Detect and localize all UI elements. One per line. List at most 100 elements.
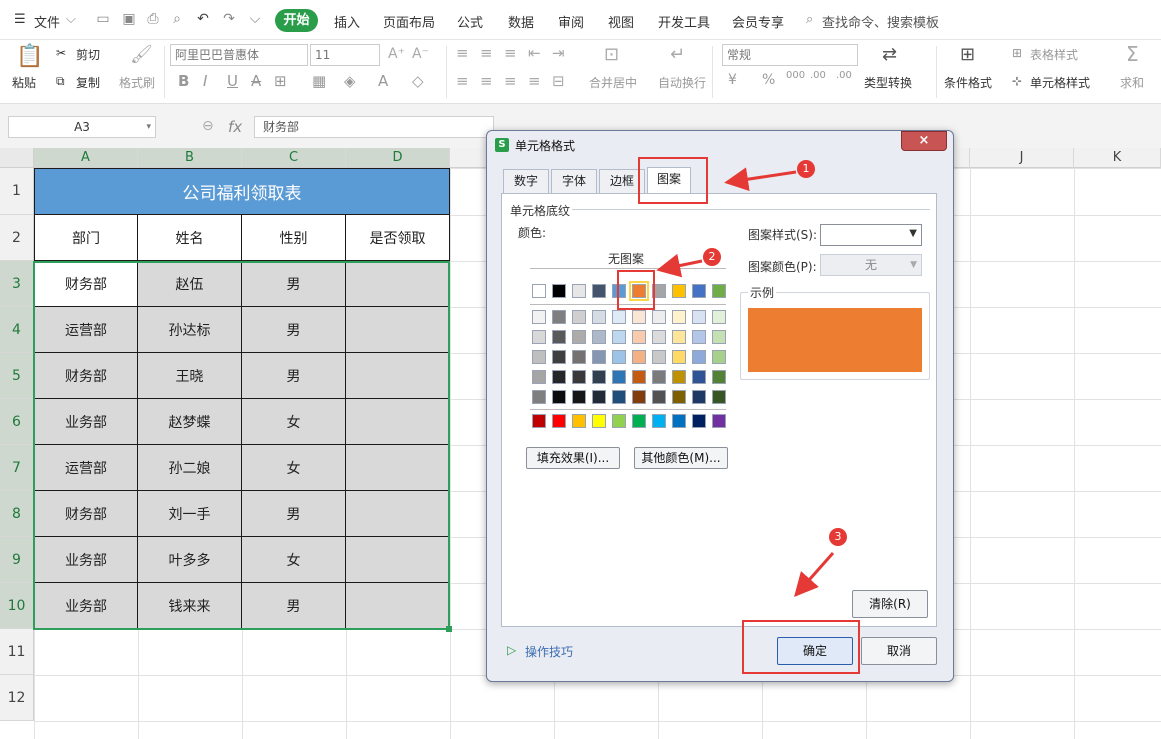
cut-button[interactable]: 剪切 — [76, 46, 100, 63]
format-painter-icon[interactable]: 🖌 — [130, 44, 153, 65]
color-swatch[interactable] — [692, 330, 706, 344]
tab-developer[interactable]: 开发工具 — [658, 12, 710, 31]
strikethrough-icon[interactable]: A — [251, 72, 261, 90]
color-swatch[interactable] — [532, 370, 546, 384]
align-middle-icon[interactable]: ≡ — [480, 44, 493, 62]
formula-input[interactable]: 财务部 — [254, 116, 494, 138]
select-all-corner[interactable] — [0, 148, 34, 168]
tab-data[interactable]: 数据 — [508, 12, 534, 31]
color-swatch[interactable] — [612, 414, 626, 428]
color-swatch[interactable] — [712, 330, 726, 344]
header-cell[interactable]: 姓名 — [138, 215, 242, 261]
color-swatch[interactable] — [572, 310, 586, 324]
color-swatch[interactable] — [552, 330, 566, 344]
color-swatch[interactable] — [652, 370, 666, 384]
tab-home[interactable]: 开始 — [275, 9, 318, 32]
name-box[interactable]: A3 ▾ — [8, 116, 156, 138]
type-convert-button[interactable]: 类型转换 — [864, 74, 912, 91]
color-swatch[interactable] — [692, 310, 706, 324]
fill-color-icon[interactable]: ◈ — [344, 72, 356, 90]
column-header-A[interactable]: A — [34, 148, 138, 168]
color-swatch[interactable] — [632, 330, 646, 344]
color-swatch[interactable] — [672, 330, 686, 344]
color-swatch[interactable] — [592, 390, 606, 404]
color-swatch[interactable] — [592, 370, 606, 384]
row-header-9[interactable]: 9 — [0, 537, 34, 583]
file-dropdown-icon[interactable]: ⌵ — [66, 12, 76, 27]
header-cell[interactable]: 部门 — [34, 215, 138, 261]
copy-button[interactable]: 复制 — [76, 74, 100, 91]
table-style-icon[interactable]: ⊞ — [1012, 46, 1022, 60]
copy-icon[interactable]: ⧉ — [56, 74, 65, 89]
customize-toolbar-icon[interactable]: ⌵ — [246, 10, 264, 28]
column-header[interactable]: K — [1074, 148, 1161, 168]
currency-icon[interactable]: ¥ — [728, 72, 737, 88]
indent-decrease-icon[interactable]: ⇤ — [528, 44, 541, 62]
color-swatch[interactable] — [572, 370, 586, 384]
color-swatch[interactable] — [632, 370, 646, 384]
color-swatch[interactable] — [552, 414, 566, 428]
color-swatch[interactable] — [612, 310, 626, 324]
color-swatch[interactable] — [692, 370, 706, 384]
export-icon[interactable]: ▣ — [120, 10, 138, 28]
color-swatch[interactable] — [612, 370, 626, 384]
conditional-format-button[interactable]: 条件格式 — [944, 74, 992, 91]
number-format-select[interactable]: 常规 — [722, 44, 858, 66]
color-swatch[interactable] — [672, 310, 686, 324]
close-button[interactable]: × — [901, 131, 947, 151]
row-header-4[interactable]: 4 — [0, 307, 34, 353]
color-swatch[interactable] — [632, 414, 646, 428]
row-header-7[interactable]: 7 — [0, 445, 34, 491]
row-header-11[interactable]: 11 — [0, 629, 34, 675]
decrease-font-icon[interactable]: A⁻ — [412, 46, 429, 62]
wrap-text-icon[interactable]: ↵ — [670, 44, 685, 65]
more-colors-button[interactable]: 其他颜色(M)... — [634, 447, 728, 469]
increase-decimal-icon[interactable]: .00 — [810, 70, 826, 81]
file-menu[interactable]: 文件 — [34, 12, 60, 31]
cell-fill-icon[interactable]: ▦ — [312, 72, 326, 90]
color-swatch[interactable] — [572, 390, 586, 404]
color-swatch[interactable] — [712, 350, 726, 364]
color-swatch[interactable] — [592, 414, 606, 428]
row-header-3[interactable]: 3 — [0, 261, 34, 307]
table-style-button[interactable]: 表格样式 — [1030, 46, 1078, 63]
header-cell[interactable]: 性别 — [242, 215, 346, 261]
paste-button[interactable]: 粘贴 — [12, 74, 36, 91]
color-swatch[interactable] — [612, 390, 626, 404]
color-swatch[interactable] — [592, 350, 606, 364]
merge-center-icon[interactable]: ⊡ — [604, 44, 619, 65]
color-swatch[interactable] — [692, 350, 706, 364]
column-header[interactable]: J — [970, 148, 1074, 168]
merge-center-button[interactable]: 合并居中 — [589, 74, 637, 91]
color-swatch[interactable] — [692, 414, 706, 428]
header-cell[interactable]: 是否领取 — [346, 215, 450, 261]
pattern-style-select[interactable]: ▼ — [820, 224, 922, 246]
sum-icon[interactable]: Σ — [1126, 42, 1139, 66]
sheet-title[interactable]: 公司福利领取表 — [34, 168, 450, 215]
type-convert-icon[interactable]: ⇄ — [882, 44, 897, 65]
color-swatch[interactable] — [592, 310, 606, 324]
print-icon[interactable]: ⎙ — [144, 10, 162, 28]
column-header-C[interactable]: C — [242, 148, 346, 168]
font-color-icon[interactable]: A — [378, 72, 388, 90]
color-swatch[interactable] — [632, 350, 646, 364]
row-header-10[interactable]: 10 — [0, 583, 34, 629]
color-swatch[interactable] — [672, 370, 686, 384]
underline-icon[interactable]: U — [227, 72, 238, 90]
color-swatch[interactable] — [712, 390, 726, 404]
row-header-2[interactable]: 2 — [0, 215, 34, 261]
color-swatch[interactable] — [552, 284, 566, 298]
bold-icon[interactable]: B — [178, 72, 189, 90]
color-swatch[interactable] — [552, 390, 566, 404]
tab-font[interactable]: 字体 — [551, 169, 597, 193]
color-swatch[interactable] — [672, 284, 686, 298]
pattern-style-dropdown-icon[interactable]: ▼ — [909, 228, 917, 239]
italic-icon[interactable]: I — [203, 72, 207, 90]
row-header-12[interactable]: 12 — [0, 675, 34, 721]
indent-increase-icon[interactable]: ⇥ — [552, 44, 565, 62]
color-swatch[interactable] — [592, 284, 606, 298]
font-name-select[interactable]: 阿里巴巴普惠体 — [170, 44, 308, 66]
cut-icon[interactable]: ✂ — [56, 46, 66, 60]
save-icon[interactable]: ▭ — [94, 10, 112, 28]
tab-number[interactable]: 数字 — [503, 169, 549, 193]
